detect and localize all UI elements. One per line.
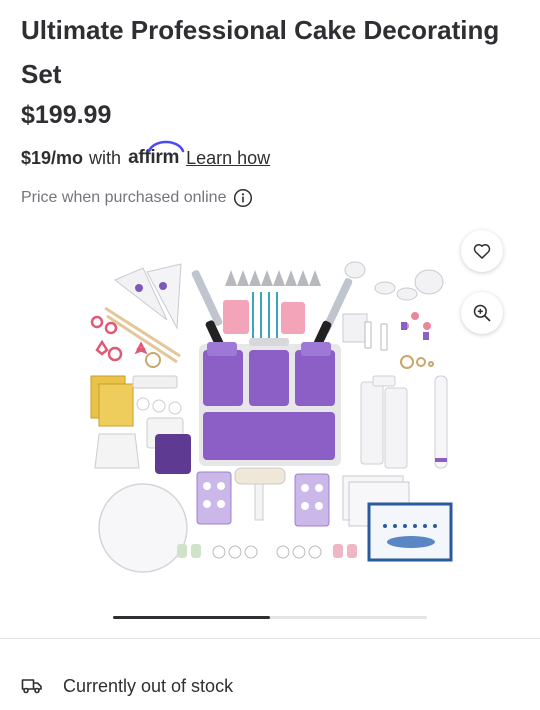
affirm-logo: affirm [128, 140, 185, 169]
affirm-financing: $19/mo with affirm Learn how [21, 140, 270, 172]
with-text: with [89, 147, 122, 168]
divider [0, 638, 540, 639]
truck-icon [21, 679, 42, 694]
carousel-progress[interactable] [113, 616, 427, 619]
info-icon[interactable] [233, 188, 253, 208]
heart-icon [473, 244, 491, 259]
learn-how-link[interactable]: Learn how [186, 148, 270, 169]
affirm-arc-icon [147, 140, 185, 153]
price-note-text: Price when purchased online [21, 189, 227, 206]
product-price: $199.99 [21, 101, 112, 129]
price-note: Price when purchased online [21, 187, 253, 209]
favorite-button[interactable] [461, 230, 503, 272]
zoom-button[interactable] [461, 292, 503, 334]
product-image[interactable] [85, 258, 457, 576]
monthly-price: $19/mo [21, 147, 84, 168]
carousel-progress-fill [113, 616, 270, 619]
stock-status-text: Currently out of stock [63, 675, 234, 696]
product-title: Ultimate Professional Cake Decorating Se… [21, 15, 500, 89]
stock-status: Currently out of stock [21, 672, 233, 700]
zoom-in-icon [473, 304, 491, 322]
